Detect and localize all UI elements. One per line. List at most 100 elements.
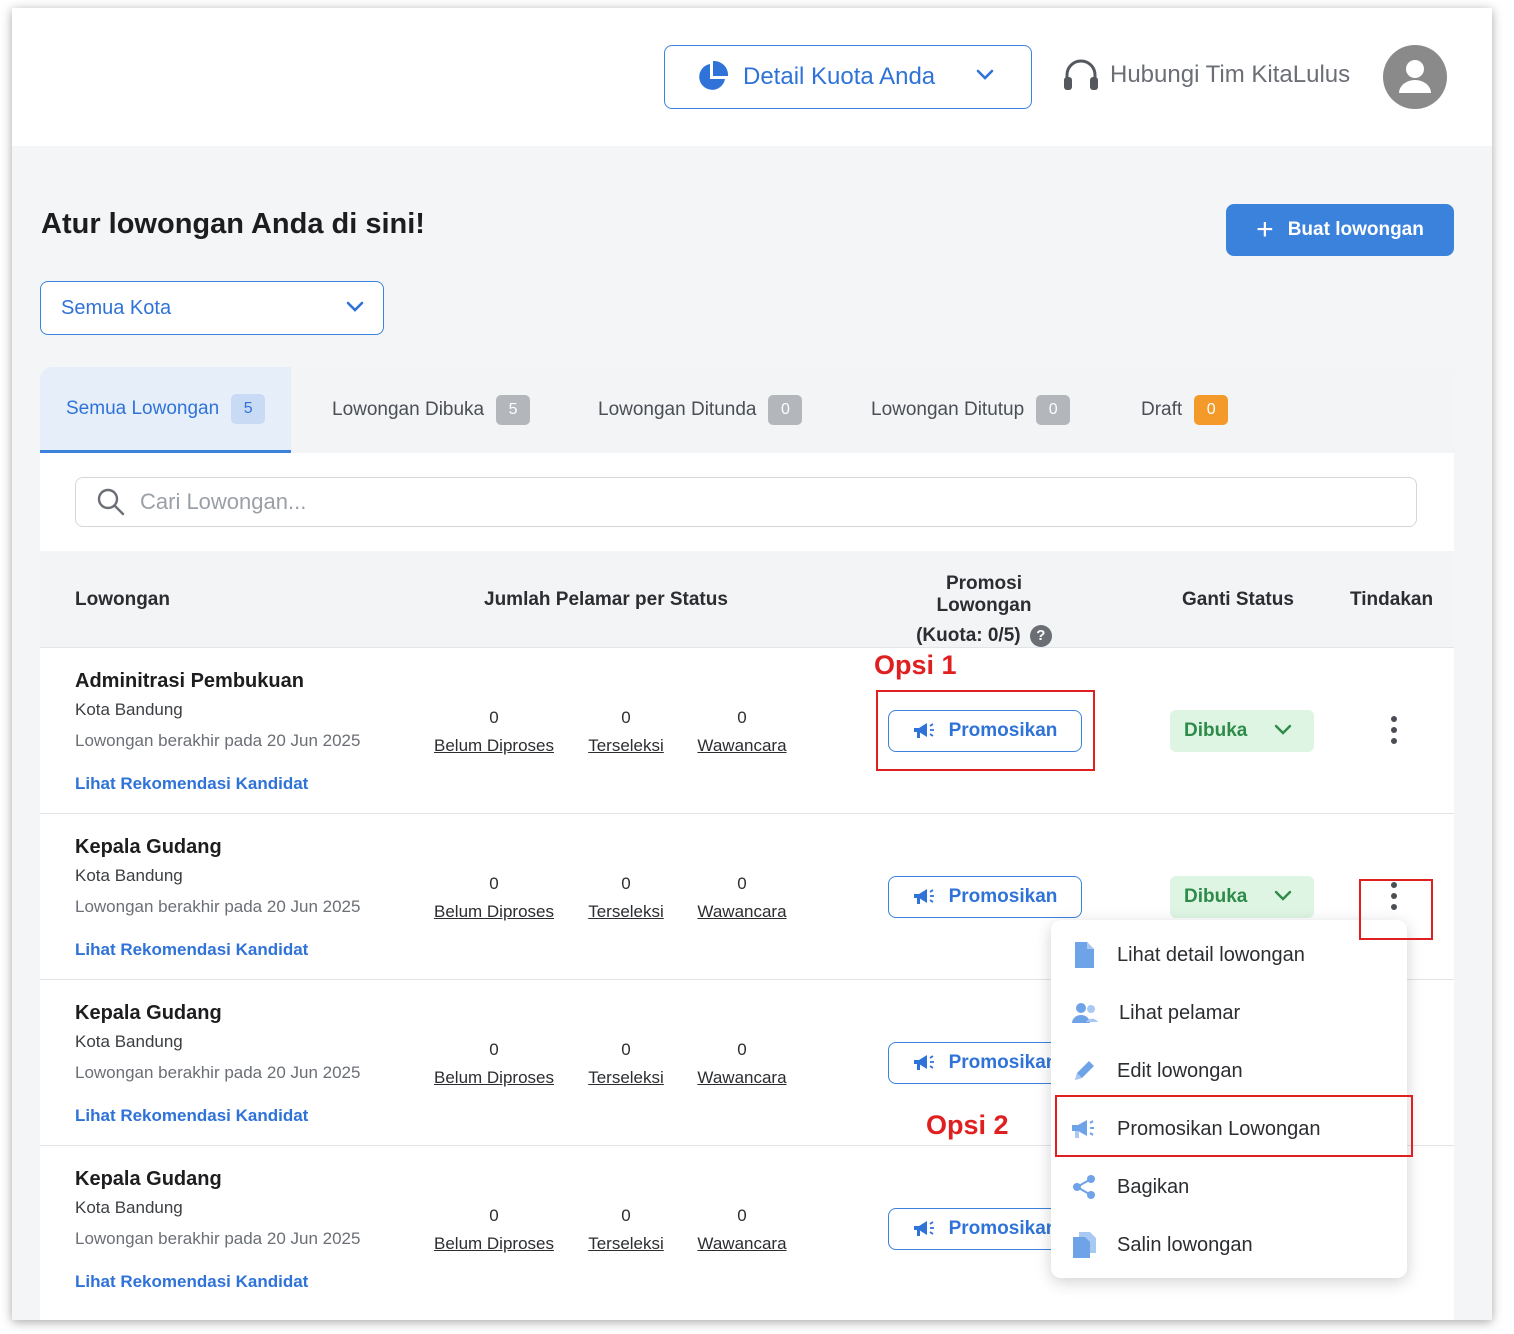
tab-count-badge: 5 bbox=[231, 393, 266, 424]
tab-label: Semua Lowongan bbox=[66, 397, 220, 419]
job-title[interactable]: Kepala Gudang bbox=[75, 1002, 222, 1025]
top-bar: Detail Kuota Anda Hubungi Tim KitaLulus bbox=[12, 8, 1492, 146]
stat-unprocessed[interactable]: 0 Belum Diproses bbox=[432, 708, 556, 756]
job-city: Kota Bandung bbox=[75, 1032, 183, 1051]
menu-item-share[interactable]: Bagikan bbox=[1051, 1158, 1407, 1216]
document-icon bbox=[1075, 942, 1094, 968]
city-filter-select[interactable]: Semua Kota bbox=[40, 281, 384, 335]
job-end-date: Lowongan berakhir pada 20 Jun 2025 bbox=[75, 1063, 361, 1082]
stat-value: 0 bbox=[737, 708, 747, 727]
stat-unprocessed[interactable]: 0 Belum Diproses bbox=[432, 874, 556, 922]
tab-count-badge: 5 bbox=[496, 395, 531, 425]
tab-label: Lowongan Ditunda bbox=[598, 399, 757, 420]
search-icon bbox=[97, 488, 125, 516]
stat-value: 0 bbox=[489, 874, 499, 893]
tab-semua-lowongan[interactable]: Semua Lowongan 5 bbox=[40, 367, 292, 453]
megaphone-icon bbox=[913, 889, 934, 904]
job-city: Kota Bandung bbox=[75, 700, 183, 719]
help-icon[interactable]: ? bbox=[1029, 624, 1052, 647]
users-icon bbox=[1072, 1003, 1098, 1023]
search-input[interactable]: Cari Lowongan... bbox=[75, 477, 1417, 527]
stat-label: Belum Diproses bbox=[434, 902, 554, 921]
job-city: Kota Bandung bbox=[75, 1198, 183, 1217]
menu-item-view-applicants[interactable]: Lihat pelamar bbox=[1051, 984, 1407, 1042]
tab-label: Draft bbox=[1141, 399, 1183, 420]
stat-label: Wawancara bbox=[697, 1234, 787, 1253]
city-filter-value: Semua Kota bbox=[61, 296, 172, 319]
stat-label: Belum Diproses bbox=[434, 736, 554, 755]
megaphone-icon bbox=[913, 1055, 934, 1070]
stat-interview[interactable]: 0 Wawancara bbox=[696, 1040, 788, 1088]
column-header-status: Ganti Status bbox=[1182, 589, 1294, 610]
stat-interview[interactable]: 0 Wawancara bbox=[696, 874, 788, 922]
tab-count-badge: 0 bbox=[768, 395, 803, 425]
status-select[interactable]: Dibuka bbox=[1170, 710, 1314, 752]
stat-value: 0 bbox=[621, 1040, 631, 1059]
stat-selected[interactable]: 0 Terseleksi bbox=[584, 1206, 668, 1254]
job-title[interactable]: Kepala Gudang bbox=[75, 836, 222, 859]
tab-lowongan-ditunda[interactable]: Lowongan Ditunda 0 bbox=[598, 367, 803, 453]
stat-unprocessed[interactable]: 0 Belum Diproses bbox=[432, 1206, 556, 1254]
stat-value: 0 bbox=[737, 874, 747, 893]
candidate-recommendation-link[interactable]: Lihat Rekomendasi Kandidat bbox=[75, 1106, 308, 1126]
tab-lowongan-dibuka[interactable]: Lowongan Dibuka 5 bbox=[332, 367, 531, 453]
chevron-down-icon bbox=[1274, 724, 1292, 735]
stat-interview[interactable]: 0 Wawancara bbox=[696, 1206, 788, 1254]
promote-label: Promosikan bbox=[948, 1218, 1058, 1239]
create-job-label: Buat lowongan bbox=[1287, 219, 1424, 240]
status-label: Dibuka bbox=[1184, 886, 1248, 907]
support-link[interactable]: Hubungi Tim KitaLulus bbox=[1062, 58, 1350, 92]
megaphone-icon bbox=[913, 1221, 934, 1236]
stat-label: Wawancara bbox=[697, 1068, 787, 1087]
job-end-date: Lowongan berakhir pada 20 Jun 2025 bbox=[75, 1229, 361, 1248]
more-actions-icon[interactable] bbox=[1384, 716, 1404, 748]
chevron-down-icon bbox=[346, 301, 364, 312]
status-label: Dibuka bbox=[1184, 720, 1248, 741]
table-header: Lowongan Jumlah Pelamar per Status Promo… bbox=[40, 551, 1454, 647]
menu-item-copy[interactable]: Salin lowongan bbox=[1051, 1216, 1407, 1274]
promote-button[interactable]: Promosikan bbox=[888, 876, 1082, 918]
job-title[interactable]: Adminitrasi Pembukuan bbox=[75, 670, 304, 693]
tab-lowongan-ditutup[interactable]: Lowongan Ditutup 0 bbox=[871, 367, 1071, 453]
candidate-recommendation-link[interactable]: Lihat Rekomendasi Kandidat bbox=[75, 1272, 308, 1292]
stat-interview[interactable]: 0 Wawancara bbox=[696, 708, 788, 756]
support-label: Hubungi Tim KitaLulus bbox=[1110, 61, 1351, 88]
job-title[interactable]: Kepala Gudang bbox=[75, 1168, 222, 1191]
create-job-button[interactable]: + Buat lowongan bbox=[1226, 204, 1454, 256]
status-select[interactable]: Dibuka bbox=[1170, 876, 1314, 918]
tab-count-badge: 0 bbox=[1036, 395, 1071, 425]
menu-item-view-detail[interactable]: Lihat detail lowongan bbox=[1051, 926, 1407, 984]
tab-label: Lowongan Ditutup bbox=[871, 399, 1025, 420]
stat-selected[interactable]: 0 Terseleksi bbox=[584, 1040, 668, 1088]
pencil-icon bbox=[1075, 1061, 1094, 1080]
column-header-job: Lowongan bbox=[75, 589, 170, 610]
quota-detail-button[interactable]: Detail Kuota Anda bbox=[664, 45, 1032, 109]
headset-icon bbox=[1064, 59, 1098, 90]
stat-label: Wawancara bbox=[697, 736, 787, 755]
stat-value: 0 bbox=[489, 1040, 499, 1059]
candidate-recommendation-link[interactable]: Lihat Rekomendasi Kandidat bbox=[75, 940, 308, 960]
pie-chart-icon bbox=[699, 60, 729, 90]
stat-selected[interactable]: 0 Terseleksi bbox=[584, 708, 668, 756]
avatar[interactable] bbox=[1383, 45, 1447, 109]
stat-label: Wawancara bbox=[697, 902, 787, 921]
job-end-date: Lowongan berakhir pada 20 Jun 2025 bbox=[75, 897, 361, 916]
menu-item-label: Bagikan bbox=[1117, 1175, 1190, 1198]
share-icon bbox=[1073, 1175, 1095, 1199]
search-placeholder: Cari Lowongan... bbox=[140, 489, 307, 514]
annotation-option-2: Opsi 2 bbox=[926, 1110, 1009, 1140]
stat-value: 0 bbox=[621, 1206, 631, 1225]
candidate-recommendation-link[interactable]: Lihat Rekomendasi Kandidat bbox=[75, 774, 308, 794]
chevron-down-icon bbox=[976, 69, 994, 80]
annotation-option-1: Opsi 1 bbox=[874, 650, 957, 680]
tab-draft[interactable]: Draft 0 bbox=[1141, 367, 1229, 453]
chevron-down-icon bbox=[1274, 890, 1292, 901]
job-city: Kota Bandung bbox=[75, 866, 183, 885]
menu-item-label: Salin lowongan bbox=[1117, 1233, 1253, 1256]
stat-unprocessed[interactable]: 0 Belum Diproses bbox=[432, 1040, 556, 1088]
promote-label: Promosikan bbox=[948, 886, 1058, 907]
user-icon bbox=[1399, 60, 1431, 93]
stat-selected[interactable]: 0 Terseleksi bbox=[584, 874, 668, 922]
menu-item-edit[interactable]: Edit lowongan bbox=[1051, 1042, 1407, 1100]
column-header-applicants: Jumlah Pelamar per Status bbox=[484, 589, 728, 610]
